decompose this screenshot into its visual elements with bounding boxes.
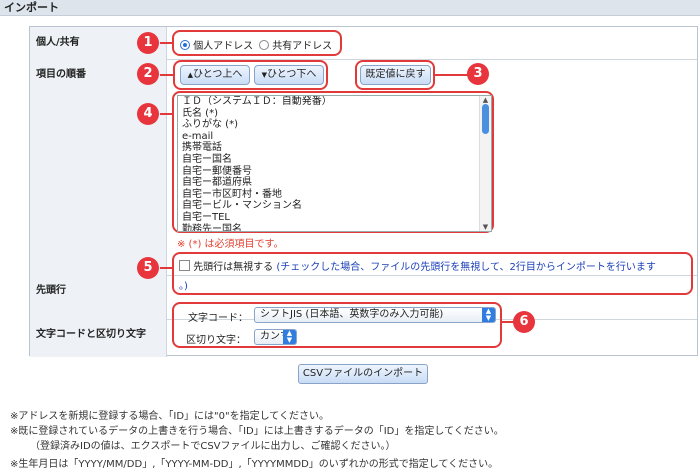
label-encoding: 文字コードと区切り文字 bbox=[30, 319, 167, 357]
note-new-address: ※アドレスを新規に登録する場合、「ID」には"0"を指定してください。 bbox=[10, 411, 329, 422]
radio-shared-label: 共有アドレス bbox=[272, 41, 333, 52]
callout-connector-5 bbox=[160, 267, 173, 269]
field-order-item[interactable]: 勤務先ー国名 bbox=[178, 224, 491, 231]
ignore-header-checkbox[interactable] bbox=[179, 260, 190, 271]
field-order-item[interactable]: 自宅ー郵便番号 bbox=[178, 166, 491, 178]
charset-select[interactable]: シフトJIS (日本語、英数字のみ入力可能) ▲ ▼ bbox=[254, 307, 496, 323]
radio-personal-control[interactable] bbox=[180, 40, 190, 50]
callout-number-1: 1 bbox=[137, 32, 159, 54]
callout-connector-1 bbox=[160, 42, 173, 44]
radio-personal[interactable]: 個人アドレス bbox=[180, 37, 253, 52]
delimiter-select[interactable]: カンマ ▲ ▼ bbox=[254, 329, 297, 345]
ignore-header-hint-end: 。) bbox=[179, 281, 188, 292]
field-order-item[interactable]: 自宅ー都道府県 bbox=[178, 177, 491, 189]
callout-number-3: 3 bbox=[467, 63, 489, 85]
scroll-down-arrow-icon[interactable]: ▼ bbox=[480, 223, 491, 231]
callout-connector-2 bbox=[160, 74, 174, 76]
reset-order-button[interactable]: 既定値に戻す bbox=[360, 65, 431, 85]
radio-personal-label: 個人アドレス bbox=[193, 41, 254, 52]
note-overwrite: ※既に登録されているデータの上書きを行う場合、「ID」には上書きするデータの「I… bbox=[10, 426, 504, 437]
label-header-row: 先頭行 bbox=[30, 275, 167, 319]
field-order-items: ＩＤ（システムＩＤ：自動発番） 氏名 (*) ふりがな (*) e-mail 携帯電話自… bbox=[178, 96, 491, 231]
field-order-item[interactable]: 自宅ー市区町村・番地 bbox=[178, 189, 491, 201]
callout-connector-3 bbox=[434, 74, 468, 76]
select-arrows-icon: ▲ ▼ bbox=[283, 330, 296, 344]
note-export-check: （登録済みIDの値は、エクスポートでCSVファイルに出力し、ご確認ください。） bbox=[30, 441, 396, 452]
field-order-item[interactable]: 自宅ーTEL bbox=[178, 212, 491, 224]
required-note: ※ (*) は必須項目です。 bbox=[177, 239, 284, 250]
ignore-header-option[interactable]: 先頭行は無視する (チェックした場合、ファイルの先頭行を無視して、2行目からイン… bbox=[179, 259, 689, 276]
field-order-item[interactable]: e-mail bbox=[178, 131, 491, 143]
field-order-item[interactable]: ふりがな (*) bbox=[178, 119, 491, 131]
note-birthdate-format: ※生年月日は「YYYY/MM/DD」,「YYYY-MM-DD」,「YYYYMMD… bbox=[10, 459, 499, 470]
radio-shared[interactable]: 共有アドレス bbox=[259, 37, 332, 52]
ignore-header-label: 先頭行は無視する bbox=[193, 262, 274, 273]
listbox-scrollbar[interactable]: ▲ ▼ bbox=[479, 96, 491, 231]
callout-number-6: 6 bbox=[513, 311, 535, 333]
field-order-item[interactable]: 自宅ー国名 bbox=[178, 154, 491, 166]
field-order-item[interactable]: ＩＤ（システムＩＤ：自動発番） bbox=[178, 96, 491, 108]
move-up-button[interactable]: ▲ひとつ上へ bbox=[180, 65, 250, 85]
move-down-label: ひとつ下へ bbox=[267, 69, 317, 80]
charset-select-value: シフトJIS (日本語、英数字のみ入力可能) bbox=[260, 309, 444, 320]
move-down-button[interactable]: ▼ひとつ下へ bbox=[254, 65, 324, 85]
delimiter-label: 区切り文字： bbox=[186, 335, 246, 346]
select-arrows-icon: ▲ ▼ bbox=[482, 308, 495, 322]
radio-shared-control[interactable] bbox=[259, 40, 269, 50]
ignore-header-hint: (チェックした場合、ファイルの先頭行を無視して、2行目からインポートを行います bbox=[276, 262, 656, 273]
field-order-item[interactable]: 携帯電話 bbox=[178, 142, 491, 154]
label-item-order: 項目の順番 bbox=[30, 59, 167, 275]
callout-number-2: 2 bbox=[137, 63, 159, 85]
scroll-up-arrow-icon[interactable]: ▲ bbox=[480, 96, 491, 104]
callout-number-4: 4 bbox=[137, 103, 159, 125]
field-order-listbox[interactable]: ＩＤ（システムＩＤ：自動発番） 氏名 (*) ふりがな (*) e-mail 携帯電話自… bbox=[177, 95, 492, 232]
callout-connector-4 bbox=[160, 113, 173, 115]
field-order-item[interactable]: 自宅ービル・マンション名 bbox=[178, 200, 491, 212]
field-order-item[interactable]: 氏名 (*) bbox=[178, 108, 491, 120]
charset-label: 文字コード： bbox=[188, 313, 248, 324]
section-title: インポート bbox=[0, 0, 700, 16]
scroll-thumb[interactable] bbox=[482, 104, 489, 134]
callout-number-5: 5 bbox=[137, 257, 159, 279]
row-account-type: 個人/共有 bbox=[30, 27, 697, 60]
move-up-label: ひとつ上へ bbox=[193, 69, 243, 80]
csv-import-button[interactable]: CSVファイルのインポート bbox=[298, 364, 428, 384]
